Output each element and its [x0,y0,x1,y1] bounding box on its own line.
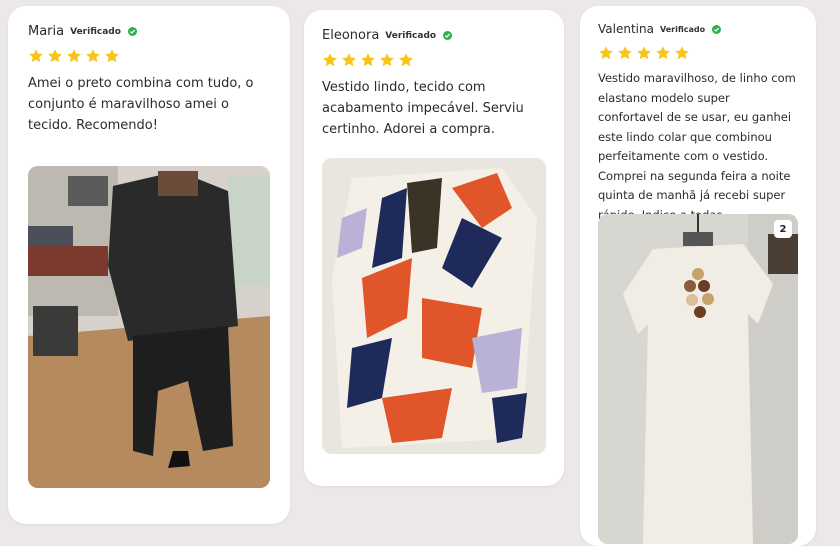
reviewer-name: Maria [28,24,65,39]
star-icon [598,45,614,61]
verified-check-icon [443,31,453,40]
review-text: Amei o preto combina com tudo, o conjunt… [28,76,254,133]
review-text: Vestido lindo, tecido com acabamento imp… [322,80,524,137]
reviewer-name: Eleonora [322,28,380,43]
star-icon [636,45,652,61]
review-header: Maria Verificado [28,24,270,39]
star-icon [322,52,338,68]
review-header: Eleonora Verificado [322,28,546,43]
star-icon [360,52,376,68]
verified-label: Verificado [70,26,121,37]
review-photo[interactable] [322,158,546,454]
review-card-valentina: Valentina Verificado Vestido maravilhoso… [580,6,816,546]
review-card-maria: Maria Verificado Amei o preto combina co… [8,6,290,524]
star-rating [598,45,798,61]
star-icon [66,48,82,64]
review-photo[interactable] [28,166,270,488]
verified-check-icon [127,27,137,36]
star-icon [47,48,63,64]
star-icon [398,52,414,68]
photo-count-badge: 2 [774,220,792,238]
star-icon [85,48,101,64]
verified-label: Verificado [385,30,437,41]
reviewer-name: Valentina [598,22,654,36]
review-photo[interactable]: 2 [598,214,798,544]
verified-label: Verificado [659,24,706,34]
star-icon [28,48,44,64]
star-icon [617,45,633,61]
star-icon [104,48,120,64]
verified-check-icon [712,24,722,34]
star-icon [674,45,690,61]
star-icon [379,52,395,68]
review-card-eleonora: Eleonora Verificado Vestido lindo, tecid… [304,10,564,486]
star-rating [322,52,546,68]
review-header: Valentina Verificado [598,22,798,36]
star-icon [341,52,357,68]
star-icon [655,45,671,61]
star-rating [28,48,270,64]
review-text: Vestido maravilhoso, de linho com elasta… [598,71,796,222]
